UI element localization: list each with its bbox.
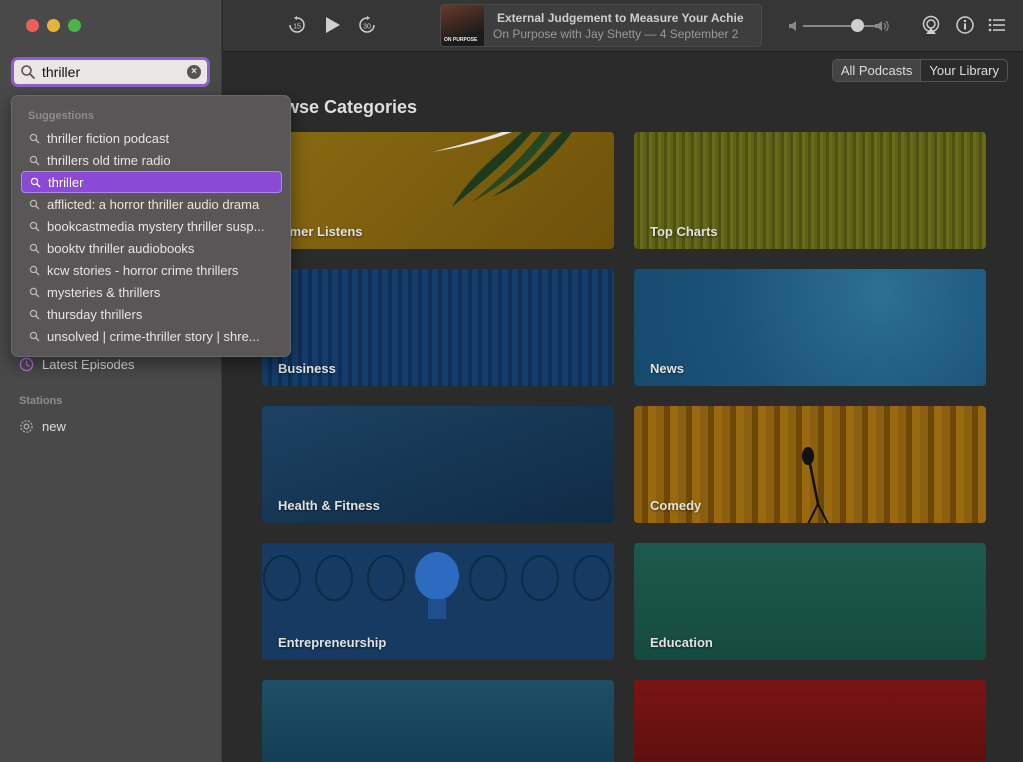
category-label: Business <box>278 361 336 376</box>
search-icon <box>29 309 40 319</box>
skip-forward-icon: 30 <box>359 16 375 33</box>
category-label: News <box>650 361 684 376</box>
clear-icon[interactable]: × <box>187 65 201 79</box>
volume-knob[interactable] <box>851 19 864 32</box>
episode-artwork: ON PURPOSE <box>441 5 484 46</box>
suggestion-item[interactable]: afflicted: a horror thriller audio drama <box>21 193 282 215</box>
suggestion-item[interactable]: mysteries & thrillers <box>21 281 282 303</box>
stations-heading: Stations <box>19 395 63 407</box>
zoom-window-button[interactable] <box>68 19 81 32</box>
search-icon <box>21 65 35 79</box>
lightbulbs-decoration <box>263 552 611 619</box>
suggestion-item[interactable]: kcw stories - horror crime thrillers <box>21 259 282 281</box>
category-label: Education <box>650 635 713 650</box>
artwork-label: ON PURPOSE <box>444 37 478 43</box>
suggestion-label: thursday thrillers <box>47 306 143 322</box>
now-playing[interactable]: ON PURPOSE External Judgement to Measure… <box>440 4 762 47</box>
queue-button[interactable] <box>986 14 1008 36</box>
airplay-icon <box>922 15 940 34</box>
suggestion-label: unsolved | crime-thriller story | shre..… <box>47 328 260 344</box>
suggestion-label: bookcastmedia mystery thriller susp... <box>47 218 265 234</box>
sidebar-item-label: new <box>42 419 66 434</box>
airplay-button[interactable] <box>920 14 942 36</box>
suggestion-item[interactable]: bookcastmedia mystery thriller susp... <box>21 215 282 237</box>
info-icon <box>956 16 974 34</box>
category-tile[interactable]: mmer Listens <box>262 132 614 249</box>
skip-back-seconds: 15 <box>293 24 301 31</box>
category-tile[interactable]: Top Charts <box>634 132 986 249</box>
skip-back-button[interactable]: 15 <box>286 14 308 36</box>
category-tile[interactable]: Health & Fitness <box>262 406 614 523</box>
list-icon <box>988 18 1005 32</box>
search-icon <box>29 243 40 253</box>
search-icon <box>29 199 40 209</box>
window-controls <box>26 19 81 32</box>
suggestion-item[interactable]: booktv thriller audiobooks <box>21 237 282 259</box>
suggestion-label: kcw stories - horror crime thrillers <box>47 262 239 278</box>
tab-your-library[interactable]: Your Library <box>921 60 1007 81</box>
suggestions-heading: Suggestions <box>28 110 95 122</box>
skip-forward-button[interactable]: 30 <box>356 14 378 36</box>
suggestion-item[interactable]: thriller fiction podcast <box>21 127 282 149</box>
search-field[interactable]: thriller × <box>11 57 210 87</box>
toolbar: 15 30 ON PURPOSE External Judgement to M… <box>223 0 1023 52</box>
close-window-button[interactable] <box>26 19 39 32</box>
microphone-decoration <box>802 447 829 523</box>
leaf-decoration <box>432 132 572 207</box>
tab-all-podcasts[interactable]: All Podcasts <box>832 60 922 81</box>
gear-icon <box>20 420 33 433</box>
info-button[interactable] <box>954 14 976 36</box>
play-icon <box>326 17 340 33</box>
search-input[interactable]: thriller <box>42 64 187 80</box>
volume-high-icon <box>875 20 889 32</box>
play-button[interactable] <box>321 14 343 36</box>
suggestion-label: booktv thriller audiobooks <box>47 240 195 256</box>
search-icon <box>29 133 40 143</box>
sidebar-item-station-new[interactable]: new <box>19 419 66 434</box>
category-label: Entrepreneurship <box>278 635 387 650</box>
category-tile[interactable]: Entrepreneurship <box>262 543 614 660</box>
category-tile[interactable] <box>262 680 614 762</box>
sidebar-item-label: Latest Episodes <box>42 357 135 372</box>
episode-title: External Judgement to Measure Your Achie <box>497 11 744 25</box>
search-suggestions-menu: Suggestions thriller fiction podcast thri… <box>11 95 291 357</box>
category-tile[interactable] <box>634 680 986 762</box>
suggestion-item[interactable]: thriller <box>21 171 282 193</box>
volume-low-icon <box>789 21 796 31</box>
suggestion-item[interactable]: thrillers old time radio <box>21 149 282 171</box>
sidebar-item-latest-episodes[interactable]: Latest Episodes <box>19 357 135 372</box>
episode-subtitle: On Purpose with Jay Shetty — 4 September… <box>493 27 739 41</box>
clock-icon <box>19 357 34 372</box>
library-segmented-control: All Podcasts Your Library <box>831 59 1008 82</box>
search-icon <box>29 265 40 275</box>
category-tile[interactable]: News <box>634 269 986 386</box>
category-label: Health & Fitness <box>278 498 380 513</box>
search-icon <box>29 331 40 341</box>
search-icon <box>29 155 40 165</box>
category-tile[interactable]: Comedy <box>634 406 986 523</box>
suggestion-item[interactable]: thursday thrillers <box>21 303 282 325</box>
suggestion-label: thrillers old time radio <box>47 152 171 168</box>
suggestion-label: mysteries & thrillers <box>47 284 161 300</box>
search-icon <box>29 287 40 297</box>
search-icon <box>30 177 41 187</box>
minimize-window-button[interactable] <box>47 19 60 32</box>
suggestion-label: afflicted: a horror thriller audio drama <box>47 196 260 212</box>
page-title: wse Categories <box>285 97 418 117</box>
volume-slider[interactable] <box>789 19 889 33</box>
main-content: 15 30 ON PURPOSE External Judgement to M… <box>223 0 1023 762</box>
category-label: Comedy <box>650 498 702 513</box>
suggestion-item[interactable]: unsolved | crime-thriller story | shre..… <box>21 325 282 347</box>
suggestion-label: thriller <box>48 174 84 190</box>
category-label: Top Charts <box>650 224 718 239</box>
category-tile[interactable]: Business <box>262 269 614 386</box>
skip-forward-seconds: 30 <box>363 24 371 31</box>
volume-track <box>803 25 875 27</box>
suggestion-label: thriller fiction podcast <box>47 130 170 146</box>
skip-back-icon: 15 <box>289 16 305 33</box>
category-tile[interactable]: Education <box>634 543 986 660</box>
search-icon <box>29 221 40 231</box>
